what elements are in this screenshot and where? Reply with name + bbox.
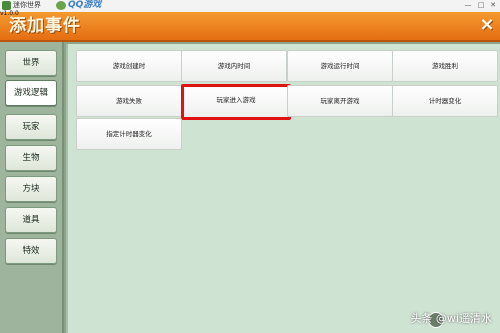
- app-logo-icon: [2, 1, 11, 10]
- sidebar-item-block[interactable]: 方块: [5, 176, 57, 202]
- window-close-button[interactable]: ✕: [487, 1, 499, 10]
- dialog-title-bar: 添加事件 ×: [0, 12, 500, 42]
- sidebar-item-player[interactable]: 玩家: [5, 114, 57, 140]
- sidebar-item-game-logic[interactable]: 游戏逻辑: [5, 80, 57, 106]
- event-button-game-created[interactable]: 游戏创建时: [76, 50, 182, 82]
- qq-logo-icon: [56, 1, 66, 10]
- event-button-player-enter[interactable]: 玩家进入游戏: [181, 84, 291, 120]
- event-button-game-win[interactable]: 游戏胜利: [392, 50, 498, 82]
- maximize-button[interactable]: □: [475, 1, 487, 10]
- qq-label: QQ游戏: [68, 0, 102, 10]
- category-sidebar: 世界 游戏逻辑 玩家 生物 方块 道具 特效: [0, 42, 64, 333]
- event-button-run-time[interactable]: 游戏运行时间: [287, 50, 393, 82]
- minimize-button[interactable]: —: [462, 1, 474, 10]
- event-button-timer-change[interactable]: 计时器变化: [392, 85, 498, 117]
- dialog-body: 世界 游戏逻辑 玩家 生物 方块 道具 特效 游戏创建时 游戏内时间 游戏运行时…: [0, 42, 500, 333]
- sidebar-item-creature[interactable]: 生物: [5, 145, 57, 171]
- sidebar-item-world[interactable]: 世界: [5, 50, 57, 76]
- event-button-specific-timer-change[interactable]: 指定计时器变化: [76, 118, 182, 150]
- sidebar-item-item[interactable]: 道具: [5, 207, 57, 233]
- sidebar-item-effect[interactable]: 特效: [5, 238, 57, 264]
- close-icon[interactable]: ×: [478, 16, 496, 34]
- event-button-ingame-time[interactable]: 游戏内时间: [181, 50, 287, 82]
- version-label: v1.0.0: [0, 10, 19, 17]
- watermark-text: 头条 @wi遥清水: [410, 312, 492, 325]
- event-button-game-fail[interactable]: 游戏失败: [76, 85, 182, 117]
- event-list-panel: 游戏创建时 游戏内时间 游戏运行时间 游戏胜利 游戏失败 玩家进入游戏 玩家离开…: [66, 44, 500, 333]
- event-button-player-leave[interactable]: 玩家离开游戏: [287, 85, 393, 117]
- dialog-title: 添加事件: [9, 16, 81, 36]
